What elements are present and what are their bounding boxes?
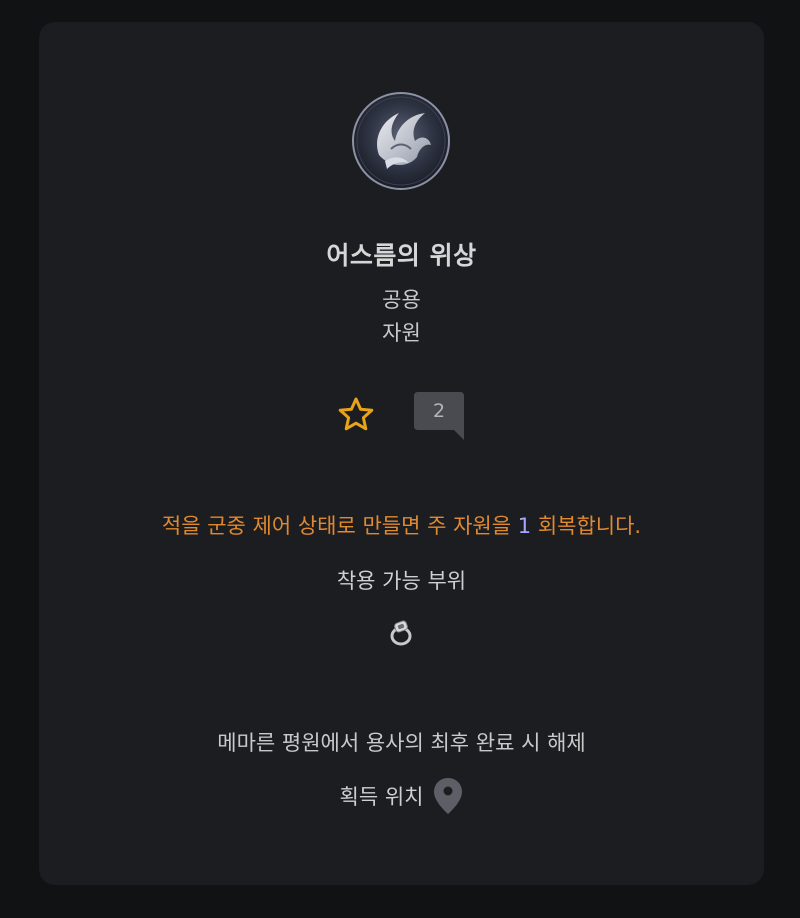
ring-icon bbox=[387, 619, 415, 647]
unlock-condition: 메마른 평원에서 용사의 최후 완료 시 해제 bbox=[217, 731, 586, 755]
effect-text-before: 적을 군중 제어 상태로 만들면 주 자원을 bbox=[161, 514, 518, 538]
comment-count: 2 bbox=[432, 400, 446, 422]
acquire-location-label: 획득 위치 bbox=[339, 785, 424, 809]
map-pin-icon bbox=[434, 778, 463, 814]
aspect-type: 자원 bbox=[382, 321, 421, 345]
aspect-detail-card: 어스름의 위상 공용 자원 2 적을 군중 제어 상태로 만들면 주 자원을 1… bbox=[39, 22, 764, 885]
crescent-flame-emblem-icon bbox=[351, 91, 451, 191]
effect-value: 1 bbox=[517, 514, 532, 538]
aspect-effect-description: 적을 군중 제어 상태로 만들면 주 자원을 1 회복합니다. bbox=[39, 510, 764, 540]
effect-text-after: 회복합니다. bbox=[531, 514, 642, 538]
aspect-category: 공용 bbox=[382, 288, 421, 312]
star-outline-icon bbox=[338, 397, 374, 431]
favorite-button[interactable] bbox=[336, 395, 376, 435]
acquire-location-link[interactable]: 획득 위치 bbox=[39, 776, 764, 816]
equip-slots-label: 착용 가능 부위 bbox=[336, 569, 467, 593]
aspect-title: 어스름의 위상 bbox=[326, 241, 477, 270]
